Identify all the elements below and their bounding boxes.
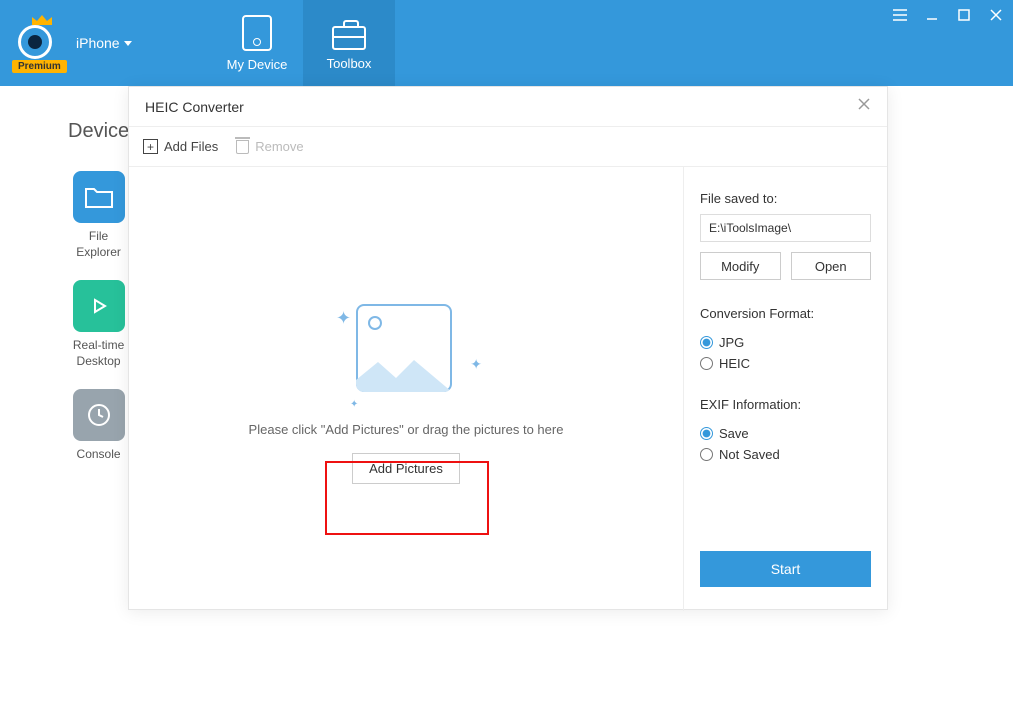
modal-toolbar: + Add Files Remove <box>129 127 887 167</box>
radio-label: Save <box>719 426 749 441</box>
premium-badge: Premium <box>12 60 67 73</box>
radio-input[interactable] <box>700 427 713 440</box>
tile-realtime-desktop[interactable]: Real-time Desktop <box>68 280 129 369</box>
format-radio-group: JPG HEIC <box>700 329 871 371</box>
side-panel: File saved to: Modify Open Conversion Fo… <box>683 167 887 611</box>
modal-title: HEIC Converter <box>145 99 244 115</box>
start-button[interactable]: Start <box>700 551 871 587</box>
minimize-button[interactable] <box>923 6 941 24</box>
tab-label: Toolbox <box>327 56 372 71</box>
clock-icon <box>73 389 125 441</box>
saved-to-path-input[interactable] <box>700 214 871 242</box>
header-tabs: My Device Toolbox <box>211 0 395 86</box>
play-icon <box>73 280 125 332</box>
close-button[interactable] <box>987 6 1005 24</box>
add-files-button[interactable]: + Add Files <box>143 139 218 154</box>
radio-label: HEIC <box>719 356 750 371</box>
tab-my-device[interactable]: My Device <box>211 0 303 86</box>
format-option-heic[interactable]: HEIC <box>700 356 871 371</box>
chevron-down-icon <box>124 41 132 46</box>
device-selector[interactable]: iPhone <box>76 35 132 51</box>
remove-button: Remove <box>236 139 303 154</box>
radio-input[interactable] <box>700 357 713 370</box>
toolbox-icon <box>332 26 366 50</box>
maximize-button[interactable] <box>955 6 973 24</box>
tile-label: File Explorer <box>76 229 121 260</box>
menu-icon[interactable] <box>891 6 909 24</box>
radio-input[interactable] <box>700 336 713 349</box>
radio-input[interactable] <box>700 448 713 461</box>
format-label: Conversion Format: <box>700 306 871 321</box>
heic-converter-modal: HEIC Converter + Add Files Remove ✦ ✦ ✦ … <box>128 86 888 610</box>
exif-label: EXIF Information: <box>700 397 871 412</box>
folder-icon <box>73 171 125 223</box>
exif-radio-group: Save Not Saved <box>700 420 871 462</box>
drop-instruction: Please click "Add Pictures" or drag the … <box>249 422 564 437</box>
image-placeholder-icon: ✦ ✦ ✦ <box>336 294 476 404</box>
add-pictures-button[interactable]: Add Pictures <box>352 453 460 484</box>
format-option-jpg[interactable]: JPG <box>700 335 871 350</box>
saved-to-label: File saved to: <box>700 191 871 206</box>
tab-toolbox[interactable]: Toolbox <box>303 0 395 86</box>
app-header: Premium iPhone My Device Toolbox <box>0 0 1013 86</box>
logo-area: Premium iPhone <box>0 0 211 86</box>
drop-area[interactable]: ✦ ✦ ✦ Please click "Add Pictures" or dra… <box>129 167 683 611</box>
radio-label: JPG <box>719 335 744 350</box>
tile-label: Console <box>77 447 121 463</box>
open-button[interactable]: Open <box>791 252 872 280</box>
radio-label: Not Saved <box>719 447 780 462</box>
button-label: Remove <box>255 139 303 154</box>
tile-label: Real-time Desktop <box>73 338 124 369</box>
device-name: iPhone <box>76 35 120 51</box>
window-controls <box>891 6 1005 24</box>
trash-icon <box>236 140 249 154</box>
close-icon[interactable] <box>857 97 871 116</box>
device-icon <box>242 15 272 51</box>
tile-file-explorer[interactable]: File Explorer <box>68 171 129 260</box>
exif-option-not-saved[interactable]: Not Saved <box>700 447 871 462</box>
background-content: Device File Explorer Real-time Desktop C… <box>68 120 129 463</box>
modal-body: ✦ ✦ ✦ Please click "Add Pictures" or dra… <box>129 167 887 611</box>
exif-option-save[interactable]: Save <box>700 426 871 441</box>
section-title: Device <box>68 120 129 143</box>
modify-button[interactable]: Modify <box>700 252 781 280</box>
tile-console[interactable]: Console <box>68 389 129 463</box>
tab-label: My Device <box>227 57 288 72</box>
plus-icon: + <box>143 139 158 154</box>
button-label: Add Files <box>164 139 218 154</box>
modal-header: HEIC Converter <box>129 87 887 127</box>
app-logo: Premium <box>12 15 68 71</box>
